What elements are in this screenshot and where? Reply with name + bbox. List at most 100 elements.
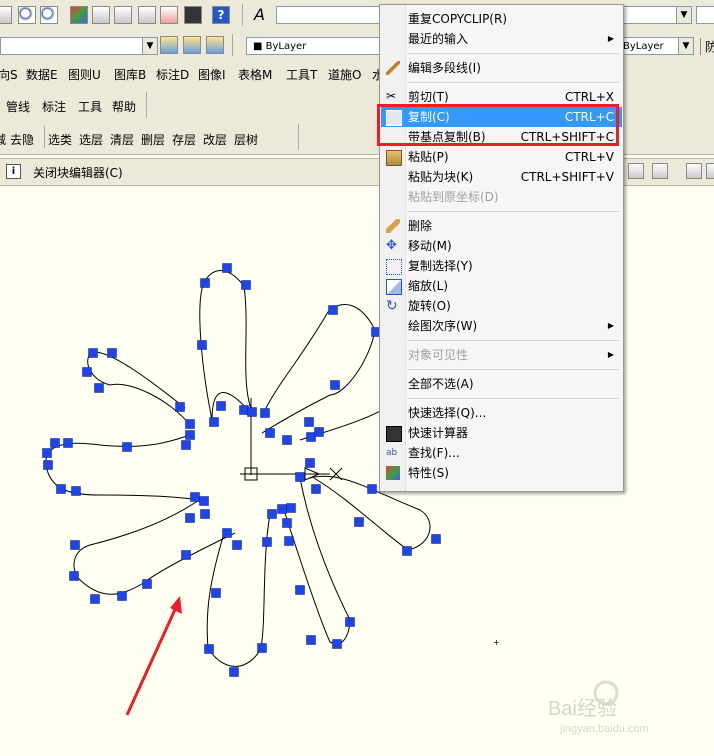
menu-recent-input[interactable]: 最近的输入 ▶: [381, 29, 622, 49]
menu-item[interactable]: 管线: [6, 98, 30, 115]
menu-item[interactable]: 表格M: [238, 66, 272, 83]
grip-square[interactable]: [286, 503, 296, 513]
grip-square[interactable]: [69, 571, 79, 581]
grip-square[interactable]: [222, 263, 232, 273]
menu-draw-order[interactable]: 绘图次序(W) ▶: [381, 316, 622, 336]
menu-item[interactable]: 工具: [78, 98, 102, 115]
grip-square[interactable]: [200, 278, 210, 288]
toolbar-icon-1[interactable]: [0, 6, 12, 24]
grip-square[interactable]: [431, 534, 441, 544]
menu-paste[interactable]: 粘贴(P) CTRL+V: [381, 147, 622, 167]
text-style-icon[interactable]: A: [254, 5, 265, 24]
grip-square[interactable]: [345, 617, 355, 627]
sheet-set-icon[interactable]: [138, 6, 156, 24]
menu-item[interactable]: 标注: [42, 98, 66, 115]
grip-square[interactable]: [306, 635, 316, 645]
top-right-combo[interactable]: [696, 6, 714, 24]
grip-square[interactable]: [88, 348, 98, 358]
editor-tool-icon-4[interactable]: [706, 163, 714, 179]
close-block-editor-button[interactable]: 关闭块编辑器(C): [33, 164, 123, 181]
grip-square[interactable]: [267, 509, 277, 519]
grip-square[interactable]: [185, 430, 195, 440]
grip-square[interactable]: [328, 305, 338, 315]
calculator-icon[interactable]: [184, 6, 202, 24]
grip-square[interactable]: [175, 402, 185, 412]
grip-square[interactable]: [204, 644, 214, 654]
menu-paste-as-block[interactable]: 粘贴为块(K) CTRL+SHIFT+V: [381, 167, 622, 187]
layer-tool-icon-1[interactable]: [160, 36, 178, 54]
grip-square[interactable]: [90, 594, 100, 604]
layer-command-item[interactable]: 层树: [234, 131, 258, 148]
grip-square[interactable]: [232, 540, 242, 550]
design-center-icon[interactable]: [92, 6, 110, 24]
grip-square[interactable]: [314, 427, 324, 437]
menu-item[interactable]: 数据E: [26, 66, 58, 83]
editor-tool-icon-1[interactable]: [628, 163, 644, 179]
editor-tool-icon-2[interactable]: [652, 163, 668, 179]
grip-square[interactable]: [306, 432, 316, 442]
grip-square[interactable]: [70, 540, 80, 550]
menu-deselect-all[interactable]: 全部不选(A): [381, 374, 622, 394]
grip-square[interactable]: [185, 513, 195, 523]
menu-item[interactable]: 向S: [0, 66, 18, 83]
menu-item[interactable]: 工具T: [286, 66, 317, 83]
help-icon[interactable]: ?: [212, 6, 230, 24]
grip-square[interactable]: [142, 579, 152, 589]
grip-square[interactable]: [71, 486, 81, 496]
layer-command-item[interactable]: 选层: [79, 131, 103, 148]
grip-square[interactable]: [82, 367, 92, 377]
editor-tool-icon-3[interactable]: [686, 163, 702, 179]
menu-item[interactable]: 道施O: [328, 66, 361, 83]
grip-square[interactable]: [107, 348, 117, 358]
menu-item[interactable]: 图则U: [68, 66, 101, 83]
layer-command-item[interactable]: 存层: [172, 131, 196, 148]
grip-square[interactable]: [117, 591, 127, 601]
grip-square[interactable]: [295, 472, 305, 482]
grip-square[interactable]: [304, 417, 314, 427]
grip-square[interactable]: [209, 417, 219, 427]
grip-square[interactable]: [239, 405, 249, 415]
grip-square[interactable]: [305, 458, 315, 468]
grip-square[interactable]: [229, 667, 239, 677]
menu-quick-select[interactable]: 快速选择(Q)...: [381, 403, 622, 423]
grip-square[interactable]: [241, 280, 251, 290]
grip-square[interactable]: [222, 528, 232, 538]
grip-square[interactable]: [94, 383, 104, 393]
grip-square[interactable]: [277, 504, 287, 514]
zoom-icon[interactable]: [18, 6, 36, 24]
layer-dropdown[interactable]: ▼: [0, 37, 158, 55]
grip-square[interactable]: [311, 484, 321, 494]
menu-item[interactable]: 帮助: [112, 98, 136, 115]
layer-command-item[interactable]: 删层: [141, 131, 165, 148]
grip-square[interactable]: [247, 407, 257, 417]
grip-square[interactable]: [122, 442, 132, 452]
layer-command-item[interactable]: 清层: [110, 131, 134, 148]
grip-square[interactable]: [262, 537, 272, 547]
grip-square[interactable]: [284, 536, 294, 546]
menu-item[interactable]: 图库B: [114, 66, 146, 83]
grip-square[interactable]: [42, 448, 52, 458]
menu-repeat-copyclip[interactable]: 重复COPYCLIP(R): [381, 9, 622, 29]
menu-properties[interactable]: 特性(S): [381, 463, 622, 483]
menu-rotate[interactable]: ↻ 旋转(O): [381, 296, 622, 316]
grip-square[interactable]: [216, 401, 226, 411]
color-combo[interactable]: ■ ByLayer: [246, 37, 380, 55]
grip-square[interactable]: [265, 428, 275, 438]
grip-square[interactable]: [354, 517, 364, 527]
menu-copy-selection[interactable]: 复制选择(Y): [381, 256, 622, 276]
grip-square[interactable]: [181, 550, 191, 560]
menu-item[interactable]: 标注D: [156, 66, 189, 83]
grip-square[interactable]: [197, 340, 207, 350]
layer-command-item[interactable]: 选类: [48, 131, 72, 148]
menu-edit-polyline[interactable]: 编辑多段线(I): [381, 58, 622, 78]
grip-square[interactable]: [185, 419, 195, 429]
menu-scale[interactable]: 缩放(L): [381, 276, 622, 296]
grip-square[interactable]: [181, 440, 191, 450]
grip-square[interactable]: [199, 496, 209, 506]
grip-square[interactable]: [63, 438, 73, 448]
layer-command-item[interactable]: 去隐: [10, 131, 34, 148]
layer-tool-icon-3[interactable]: [206, 36, 224, 54]
grip-square[interactable]: [211, 588, 221, 598]
menu-find[interactable]: ab 查找(F)...: [381, 443, 622, 463]
grip-square[interactable]: [260, 408, 270, 418]
